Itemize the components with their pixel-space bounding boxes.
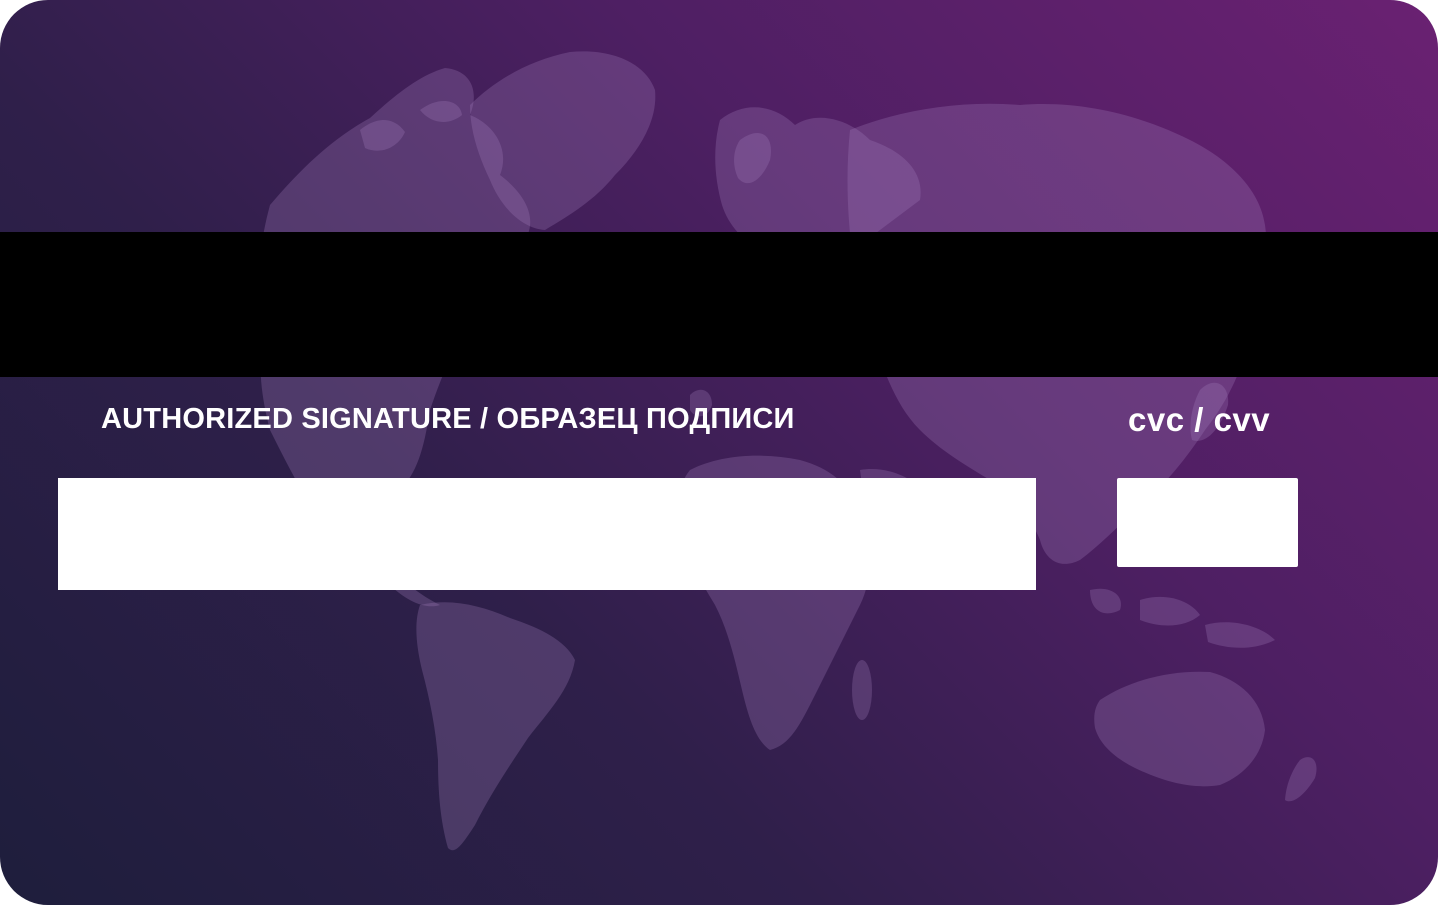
signature-label: AUTHORIZED SIGNATURE / ОБРАЗЕЦ ПОДПИСИ	[101, 403, 795, 435]
cvc-label: cvc / cvv	[1128, 401, 1271, 438]
world-map-icon	[258, 51, 1317, 851]
signature-strip[interactable]	[58, 478, 1036, 590]
card-back: AUTHORIZED SIGNATURE / ОБРАЗЕЦ ПОДПИСИ c…	[0, 0, 1438, 905]
cvc-box[interactable]	[1117, 478, 1298, 567]
magnetic-stripe	[0, 232, 1438, 377]
